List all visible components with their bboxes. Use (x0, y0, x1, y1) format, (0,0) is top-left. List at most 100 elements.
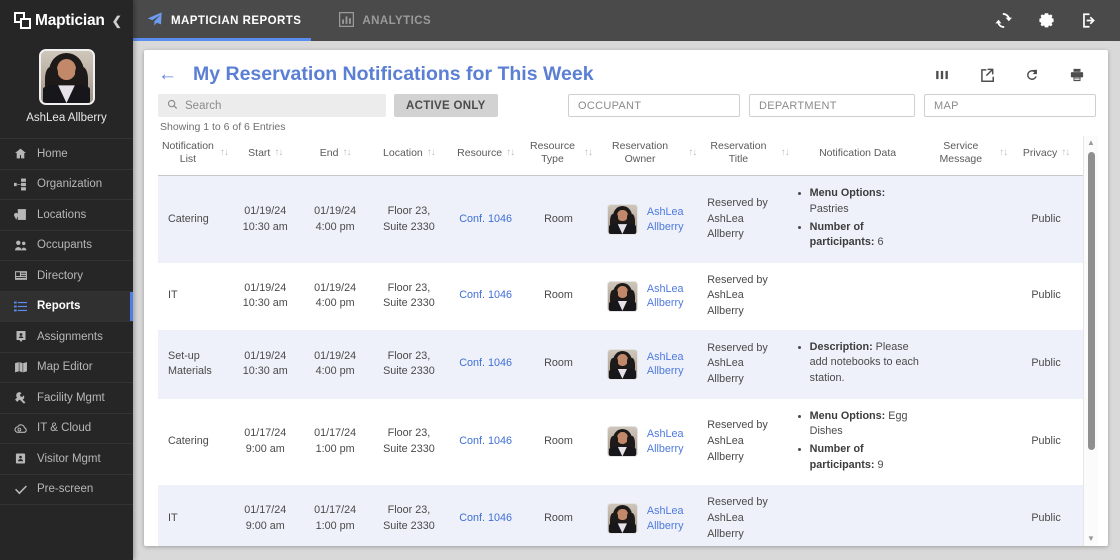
sync-icon[interactable] (995, 12, 1012, 29)
table-area: Notification List ↑↓ Start ↑↓ End ↑↓ Locati… (154, 136, 1098, 546)
cell-reservation-owner[interactable]: AshLea Allberry (594, 485, 698, 546)
sidebar-item-map-editor[interactable]: Map Editor (0, 351, 133, 383)
resource-link[interactable]: Conf. 1046 (459, 357, 512, 369)
scroll-down-arrow-icon[interactable]: ▼ (1087, 532, 1095, 546)
sort-icon[interactable]: ↑↓ (220, 147, 229, 160)
col-resource-type[interactable]: Resource Type ↑↓ (523, 136, 594, 177)
sort-icon[interactable]: ↑↓ (274, 147, 283, 160)
sort-icon[interactable]: ↑↓ (427, 147, 436, 160)
sort-icon[interactable]: ↑↓ (999, 147, 1008, 160)
sort-icon[interactable]: ↑↓ (1061, 147, 1070, 160)
cell-resource[interactable]: Conf. 1046 (448, 399, 523, 486)
avatar[interactable] (606, 204, 638, 236)
sidebar-item-home[interactable]: Home (0, 138, 133, 169)
notification-data-value: 9 (874, 458, 884, 471)
resource-link[interactable]: Conf. 1046 (459, 512, 512, 524)
cell-notification-list: Catering (168, 212, 209, 225)
cell-resource[interactable]: Conf. 1046 (448, 485, 523, 546)
cell-reservation-owner[interactable]: AshLea Allberry (594, 399, 698, 486)
col-resource[interactable]: Resource ↑↓ (448, 136, 524, 177)
cell-resource[interactable]: Conf. 1046 (448, 330, 523, 399)
cell-resource-type: Room (544, 435, 573, 448)
col-notification-list[interactable]: Notification List ↑↓ (158, 136, 230, 177)
cell-reservation-title: Reserved by AshLea Allberry (707, 419, 768, 463)
cell-reservation-owner[interactable]: AshLea Allberry (594, 330, 698, 399)
sidebar-item-organization[interactable]: Organization (0, 168, 133, 200)
sort-icon[interactable]: ↑↓ (688, 147, 697, 160)
cell-start: 01/17/24 9:00 am (244, 427, 287, 455)
resource-link[interactable]: Conf. 1046 (459, 213, 512, 225)
sidebar-item-reports[interactable]: Reports (0, 290, 133, 321)
table-row[interactable]: Catering 01/17/24 9:00 am 01/17/24 1:00 pm Fl… (158, 398, 1083, 486)
scrollbar-thumb[interactable] (1088, 152, 1095, 450)
sidebar-item-locations[interactable]: Locations (0, 199, 133, 230)
tab-maptician-reports[interactable]: MAPTICIAN REPORTS (132, 0, 321, 41)
owner-link[interactable]: AshLea Allberry (647, 205, 684, 234)
sidebar-item-facility-mgmt[interactable]: Facility Mgmt (0, 382, 133, 413)
cell-reservation-owner[interactable]: AshLea Allberry (594, 176, 698, 263)
print-icon[interactable] (1070, 68, 1084, 82)
sidebar-item-it-cloud[interactable]: IT & Cloud (0, 412, 133, 444)
sort-icon[interactable]: ↑↓ (342, 147, 351, 160)
sidebar-item-occupants[interactable]: Occupants (0, 229, 133, 261)
tab-analytics[interactable]: ANALYTICS (339, 0, 451, 41)
cell-service-message (925, 399, 1010, 486)
chevron-left-icon[interactable]: ❮ (112, 14, 122, 28)
col-reservation-title[interactable]: Reservation Title ↑↓ (698, 136, 791, 177)
table-row[interactable]: IT 01/19/24 10:30 am 01/19/24 4:00 pm Floor 2… (158, 262, 1083, 330)
avatar[interactable] (606, 280, 638, 312)
sidebar-item-pre-screen[interactable]: Pre-screen (0, 473, 133, 505)
resource-link[interactable]: Conf. 1046 (459, 289, 512, 301)
cell-resource[interactable]: Conf. 1046 (448, 263, 523, 330)
cell-notification-data (791, 485, 925, 546)
col-service-message[interactable]: Service Message ↑↓ (924, 136, 1010, 177)
avatar[interactable] (606, 503, 638, 535)
sidebar-item-assignments[interactable]: Assignments (0, 321, 133, 352)
gear-icon[interactable] (1038, 12, 1055, 29)
col-reservation-owner[interactable]: Reservation Owner ↑↓ (593, 136, 699, 177)
map-select[interactable]: MAP (924, 94, 1096, 117)
resource-link[interactable]: Conf. 1046 (459, 435, 512, 447)
search-icon (167, 99, 178, 113)
sort-icon[interactable]: ↑↓ (506, 147, 515, 160)
sidebar-item-label: Assignments (37, 330, 103, 343)
owner-link[interactable]: AshLea Allberry (647, 504, 684, 533)
col-location[interactable]: Location ↑↓ (369, 136, 449, 177)
department-select[interactable]: DEPARTMENT (749, 94, 915, 117)
sort-icon[interactable]: ↑↓ (781, 147, 790, 160)
table-row[interactable]: Catering 01/19/24 10:30 am 01/19/24 4:00 pm F… (158, 175, 1083, 263)
table-vertical-scrollbar[interactable]: ▲ ▼ (1083, 136, 1098, 546)
cell-reservation-owner[interactable]: AshLea Allberry (594, 263, 698, 330)
sort-icon[interactable]: ↑↓ (584, 147, 593, 160)
page-header: ← My Reservation Notifications for This … (154, 50, 1098, 94)
arrow-left-icon[interactable]: ← (158, 65, 177, 84)
avatar[interactable] (606, 348, 638, 380)
occupant-select[interactable]: OCCUPANT (568, 94, 740, 117)
table-row[interactable]: Set-up Materials 01/19/24 10:30 am 01/19/24… (158, 329, 1083, 399)
owner-link[interactable]: AshLea Allberry (647, 350, 684, 379)
columns-icon[interactable] (935, 68, 949, 82)
owner-link[interactable]: AshLea Allberry (647, 282, 684, 311)
logout-icon[interactable] (1081, 12, 1098, 29)
scroll-up-arrow-icon[interactable]: ▲ (1087, 136, 1095, 150)
col-start[interactable]: Start ↑↓ (229, 136, 301, 177)
scrollbar-track[interactable] (1084, 150, 1098, 532)
sidebar-item-visitor-mgmt[interactable]: Visitor Mgmt (0, 443, 133, 474)
sidebar-item-directory[interactable]: Directory (0, 260, 133, 291)
search-input[interactable]: Search (158, 94, 386, 117)
export-icon[interactable] (980, 68, 994, 82)
cell-resource[interactable]: Conf. 1046 (448, 176, 523, 263)
cell-location: Floor 23, Suite 2330 (383, 204, 435, 233)
refresh-icon[interactable] (1025, 68, 1039, 82)
owner-link[interactable]: AshLea Allberry (647, 427, 684, 456)
col-end[interactable]: End ↑↓ (300, 136, 370, 177)
col-privacy[interactable]: Privacy ↑↓ (1009, 136, 1083, 177)
paper-plane-icon (147, 11, 163, 30)
active-only-button[interactable]: ACTIVE ONLY (394, 94, 498, 117)
avatar[interactable] (606, 426, 638, 458)
table-row[interactable]: IT 01/17/24 9:00 am 01/17/24 1:00 pm Floor 23… (158, 485, 1083, 546)
home-icon (13, 147, 28, 160)
avatar[interactable] (38, 49, 95, 105)
cell-start: 01/19/24 10:30 am (242, 281, 288, 310)
topbar: MAPTICIAN REPORTS ANALYTICS (132, 0, 1120, 41)
